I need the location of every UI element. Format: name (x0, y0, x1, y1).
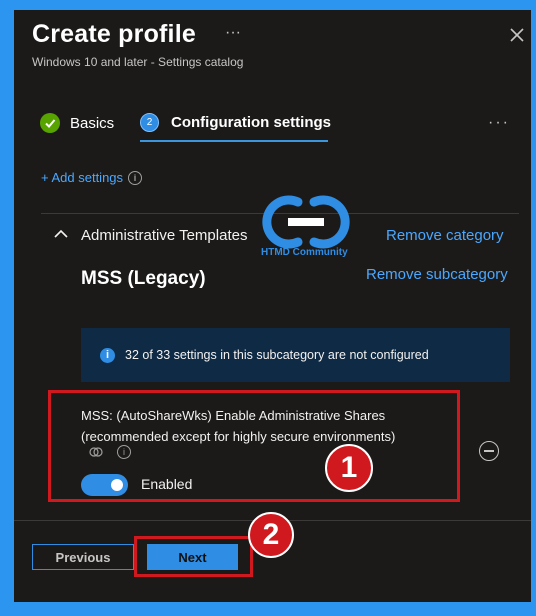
highlight-box-setting (48, 390, 460, 502)
page-subtitle: Windows 10 and later - Settings catalog (32, 55, 244, 69)
add-settings-label: + Add settings (41, 170, 124, 185)
info-message-text: 32 of 33 settings in this subcategory ar… (125, 348, 429, 362)
step-number-badge: 2 (140, 113, 159, 132)
create-profile-panel: Create profile ··· Windows 10 and later … (14, 10, 531, 602)
highlight-box-next (134, 536, 253, 577)
annotation-badge-2: 2 (248, 512, 294, 558)
chevron-up-icon[interactable] (54, 229, 68, 239)
category-title: Administrative Templates (81, 227, 248, 244)
steps-more-icon[interactable]: ··· (488, 114, 510, 132)
remove-category-link[interactable]: Remove category (386, 227, 504, 244)
annotation-badge-1: 1 (325, 444, 373, 492)
subcategory-title: MSS (Legacy) (81, 268, 206, 289)
info-icon[interactable]: i (128, 170, 143, 185)
step-basics[interactable]: Basics (40, 113, 114, 133)
page-title: Create profile (32, 20, 196, 48)
title-more-icon[interactable]: ··· (225, 24, 241, 42)
logo-text: HTMD Community (261, 247, 348, 258)
active-step-underline (140, 140, 328, 142)
previous-button[interactable]: Previous (32, 544, 134, 570)
close-icon[interactable] (508, 26, 526, 44)
step-config-label: Configuration settings (171, 114, 331, 131)
remove-setting-icon[interactable] (479, 441, 499, 461)
step-basics-label: Basics (70, 114, 115, 132)
add-settings-link[interactable]: + Add settings i (41, 170, 143, 185)
remove-subcategory-link[interactable]: Remove subcategory (366, 266, 508, 283)
info-message-bar: i 32 of 33 settings in this subcategory … (81, 328, 510, 382)
info-icon: i (100, 347, 115, 363)
step-configuration-settings[interactable]: 2 Configuration settings (140, 113, 331, 132)
check-icon (40, 113, 60, 133)
